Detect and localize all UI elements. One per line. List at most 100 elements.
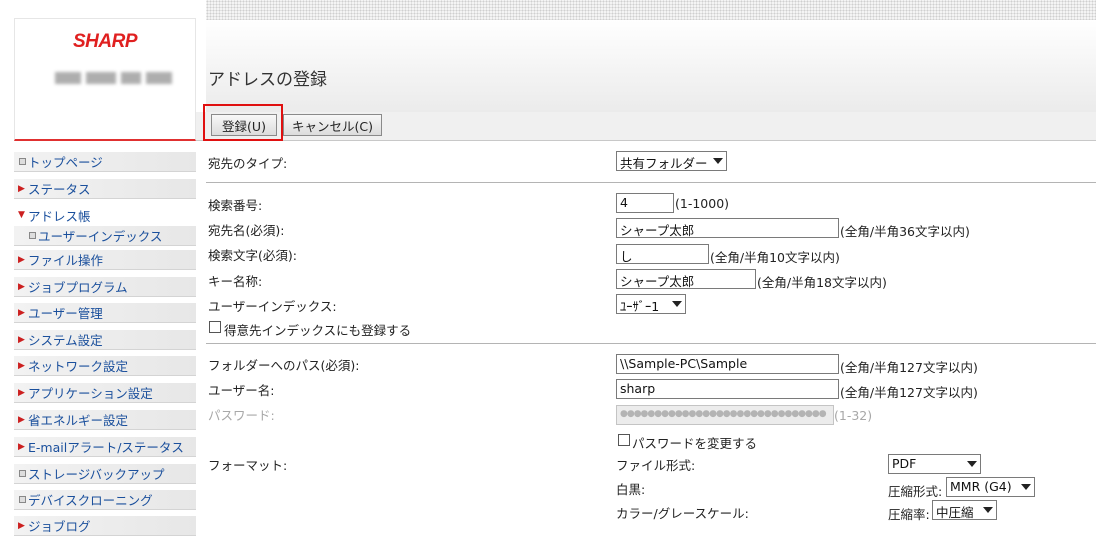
compression-select[interactable]: MMR (G4) xyxy=(946,477,1035,497)
arrow-right-icon: ▶ xyxy=(18,281,25,292)
sidebar-item-app-settings[interactable]: ▶ アプリケーション設定 xyxy=(14,383,196,403)
dest-name-hint: (全角/半角36文字以内) xyxy=(840,224,970,239)
cancel-button[interactable]: キャンセル(C) xyxy=(283,114,382,136)
arrow-right-icon: ▶ xyxy=(18,414,25,425)
search-no-input[interactable]: 4 xyxy=(616,193,674,213)
sidebar-item-top-page[interactable]: トップページ xyxy=(14,152,196,172)
favorite-index-checkbox[interactable] xyxy=(209,321,221,333)
chevron-down-icon xyxy=(983,507,993,513)
dest-type-value: 共有フォルダー xyxy=(620,156,708,171)
arrow-right-icon: ▶ xyxy=(18,307,25,318)
arrow-right-icon: ▶ xyxy=(18,254,25,265)
sidebar-item-label: デバイスクローニング xyxy=(28,493,153,508)
password-input[interactable]: ●●●●●●●●●●●●●●●●●●●●●●●●●●●●●● xyxy=(616,405,834,425)
username-label: ユーザー名: xyxy=(208,383,275,398)
sidebar-item-user-mgmt[interactable]: ▶ ユーザー管理 xyxy=(14,303,196,323)
header xyxy=(206,20,1096,112)
user-index-label: ユーザーインデックス: xyxy=(208,299,337,314)
color-label: カラー/グレースケール: xyxy=(616,506,749,521)
sidebar-item-label: ストレージバックアップ xyxy=(28,467,165,482)
sidebar-item-label: ユーザー管理 xyxy=(28,306,103,321)
favorite-index-label: 得意先インデックスにも登録する xyxy=(224,323,412,338)
user-index-select[interactable]: ﾕｰｻﾞｰ1 xyxy=(616,294,686,314)
dest-type-select[interactable]: 共有フォルダー xyxy=(616,151,727,171)
folder-path-label: フォルダーへのパス(必須): xyxy=(208,358,360,373)
mono-label: 白黒: xyxy=(616,482,646,497)
page-title: アドレスの登録 xyxy=(208,70,327,90)
arrow-right-icon: ▶ xyxy=(18,183,25,194)
username-input[interactable]: sharp xyxy=(616,379,839,399)
arrow-right-icon: ▶ xyxy=(18,520,25,531)
square-icon xyxy=(19,158,26,165)
model-name-blurred xyxy=(55,71,183,85)
sidebar-item-status[interactable]: ▶ ステータス xyxy=(14,179,196,199)
arrow-down-icon: ▼ xyxy=(18,210,25,220)
sidebar-item-label: アドレス帳 xyxy=(28,208,91,224)
sidebar-item-label: E-mailアラート/ステータス xyxy=(28,440,184,455)
sidebar-item-system-settings[interactable]: ▶ システム設定 xyxy=(14,330,196,350)
file-type-value: PDF xyxy=(892,456,917,471)
search-char-input[interactable]: し xyxy=(616,244,709,264)
folder-path-input[interactable]: \\Sample-PC\Sample xyxy=(616,354,839,374)
change-password-checkbox[interactable] xyxy=(618,434,630,446)
divider xyxy=(206,182,1096,183)
key-name-hint: (全角/半角18文字以内) xyxy=(757,275,887,290)
sidebar-item-label: ジョブログ xyxy=(28,519,91,534)
ratio-value: 中圧縮 xyxy=(936,505,974,520)
format-label: フォーマット: xyxy=(208,458,288,473)
sidebar-item-email-alert[interactable]: ▶ E-mailアラート/ステータス xyxy=(14,437,196,457)
top-band xyxy=(206,0,1096,20)
sidebar-item-network-settings[interactable]: ▶ ネットワーク設定 xyxy=(14,356,196,376)
sidebar-item-label: システム設定 xyxy=(28,333,103,348)
search-char-hint: (全角/半角10文字以内) xyxy=(710,250,840,265)
divider xyxy=(206,343,1096,344)
highlight-box xyxy=(203,104,283,141)
arrow-right-icon: ▶ xyxy=(18,360,25,371)
ratio-label: 圧縮率: xyxy=(888,507,930,522)
password-hint: (1-32) xyxy=(834,408,873,423)
square-icon xyxy=(19,496,26,503)
sidebar-item-job-log[interactable]: ▶ ジョブログ xyxy=(14,516,196,536)
dest-name-input[interactable]: シャープ太郎 xyxy=(616,218,839,238)
ratio-select[interactable]: 中圧縮 xyxy=(932,500,997,520)
key-name-input[interactable]: シャープ太郎 xyxy=(616,269,756,289)
search-no-hint: (1-1000) xyxy=(675,196,730,211)
square-icon xyxy=(29,232,36,239)
arrow-right-icon: ▶ xyxy=(18,387,25,398)
sidebar-item-file-ops[interactable]: ▶ ファイル操作 xyxy=(14,250,196,270)
key-name-label: キー名称: xyxy=(208,274,263,289)
chevron-down-icon xyxy=(967,461,977,467)
search-no-label: 検索番号: xyxy=(208,198,263,213)
sharp-logo: SHARP xyxy=(72,31,138,52)
search-char-label: 検索文字(必須): xyxy=(208,248,297,263)
sidebar-item-label: ユーザーインデックス xyxy=(38,229,163,244)
file-type-select[interactable]: PDF xyxy=(888,454,981,474)
username-hint: (全角/半角127文字以内) xyxy=(840,385,978,400)
password-label: パスワード: xyxy=(208,408,275,423)
user-index-value: ﾕｰｻﾞｰ1 xyxy=(620,299,660,314)
sidebar-item-device-cloning[interactable]: デバイスクローニング xyxy=(14,490,196,510)
sidebar-item-label: ステータス xyxy=(28,182,91,197)
chevron-down-icon xyxy=(713,158,723,164)
sidebar-item-label: ジョブプログラム xyxy=(28,280,128,295)
compression-label: 圧縮形式: xyxy=(888,484,943,499)
dest-name-label: 宛先名(必須): xyxy=(208,223,285,238)
dest-type-label: 宛先のタイプ: xyxy=(208,156,288,171)
sidebar-item-address-book[interactable]: ▼ アドレス帳 xyxy=(14,205,196,225)
sidebar-item-user-index[interactable]: ユーザーインデックス xyxy=(14,226,196,246)
arrow-right-icon: ▶ xyxy=(18,441,25,452)
sidebar-item-job-program[interactable]: ▶ ジョブプログラム xyxy=(14,277,196,297)
chevron-down-icon xyxy=(672,301,682,307)
logo-panel: SHARP xyxy=(14,18,196,141)
arrow-right-icon: ▶ xyxy=(18,334,25,345)
file-type-label: ファイル形式: xyxy=(616,458,696,473)
sidebar-item-label: ファイル操作 xyxy=(28,253,104,268)
change-password-label: パスワードを変更する xyxy=(632,436,758,451)
folder-path-hint: (全角/半角127文字以内) xyxy=(840,360,978,375)
sidebar-item-energy-settings[interactable]: ▶ 省エネルギー設定 xyxy=(14,410,196,430)
sidebar-item-label: 省エネルギー設定 xyxy=(28,413,129,428)
sidebar-item-label: アプリケーション設定 xyxy=(28,386,153,401)
chevron-down-icon xyxy=(1021,484,1031,490)
sidebar-item-storage-backup[interactable]: ストレージバックアップ xyxy=(14,464,196,484)
sidebar-item-label: ネットワーク設定 xyxy=(28,359,129,374)
